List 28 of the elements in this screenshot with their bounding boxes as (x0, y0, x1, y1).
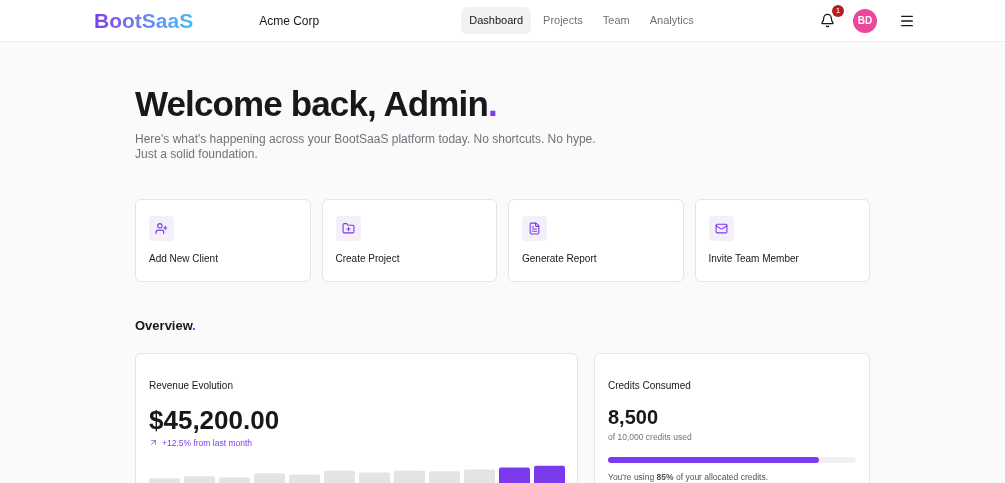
user-avatar[interactable]: BD (853, 8, 877, 33)
nav-tab[interactable]: Team (594, 7, 638, 34)
action-card[interactable]: Add New Client (135, 199, 311, 282)
nav-tab[interactable]: Analytics (641, 7, 702, 34)
notifications-button[interactable] (818, 11, 837, 30)
card-title: Revenue Evolution (149, 378, 234, 393)
document-icon (528, 222, 541, 235)
envelope-icon (714, 222, 728, 235)
action-card[interactable]: Generate Report (508, 199, 684, 282)
credits-note: You're using 85% of your allocated credits. (608, 471, 770, 483)
welcome-subtitle: Here's what's happening across your BootSaaS platform today. No shortcuts. No hype. Just a solid foundation. (135, 132, 597, 162)
credits-caption: of 10,000 credits used (608, 430, 693, 444)
nav-tab[interactable]: Dashboard (461, 7, 532, 34)
folder-plus-icon (341, 222, 355, 235)
revenue-change: +12.5% from last month (162, 436, 252, 450)
user-plus-icon (155, 222, 168, 235)
revenue-value: $45,200.00 (149, 404, 281, 435)
welcome-heading: Welcome back, Admin. (135, 84, 498, 124)
bell-icon (820, 13, 835, 28)
nav-tab[interactable]: Projects (535, 7, 591, 34)
action-card[interactable]: Invite Team Member (694, 199, 870, 282)
credits-value: 8,500 (608, 404, 660, 429)
section-heading: Overview. (135, 317, 197, 335)
arrow-up-right-icon (149, 438, 158, 448)
action-card[interactable]: Create Project (321, 199, 497, 282)
card-title: Credits Consumed (608, 378, 692, 393)
organization-name[interactable]: Acme Corp (259, 11, 320, 30)
notification-badge: 1 (832, 5, 844, 17)
